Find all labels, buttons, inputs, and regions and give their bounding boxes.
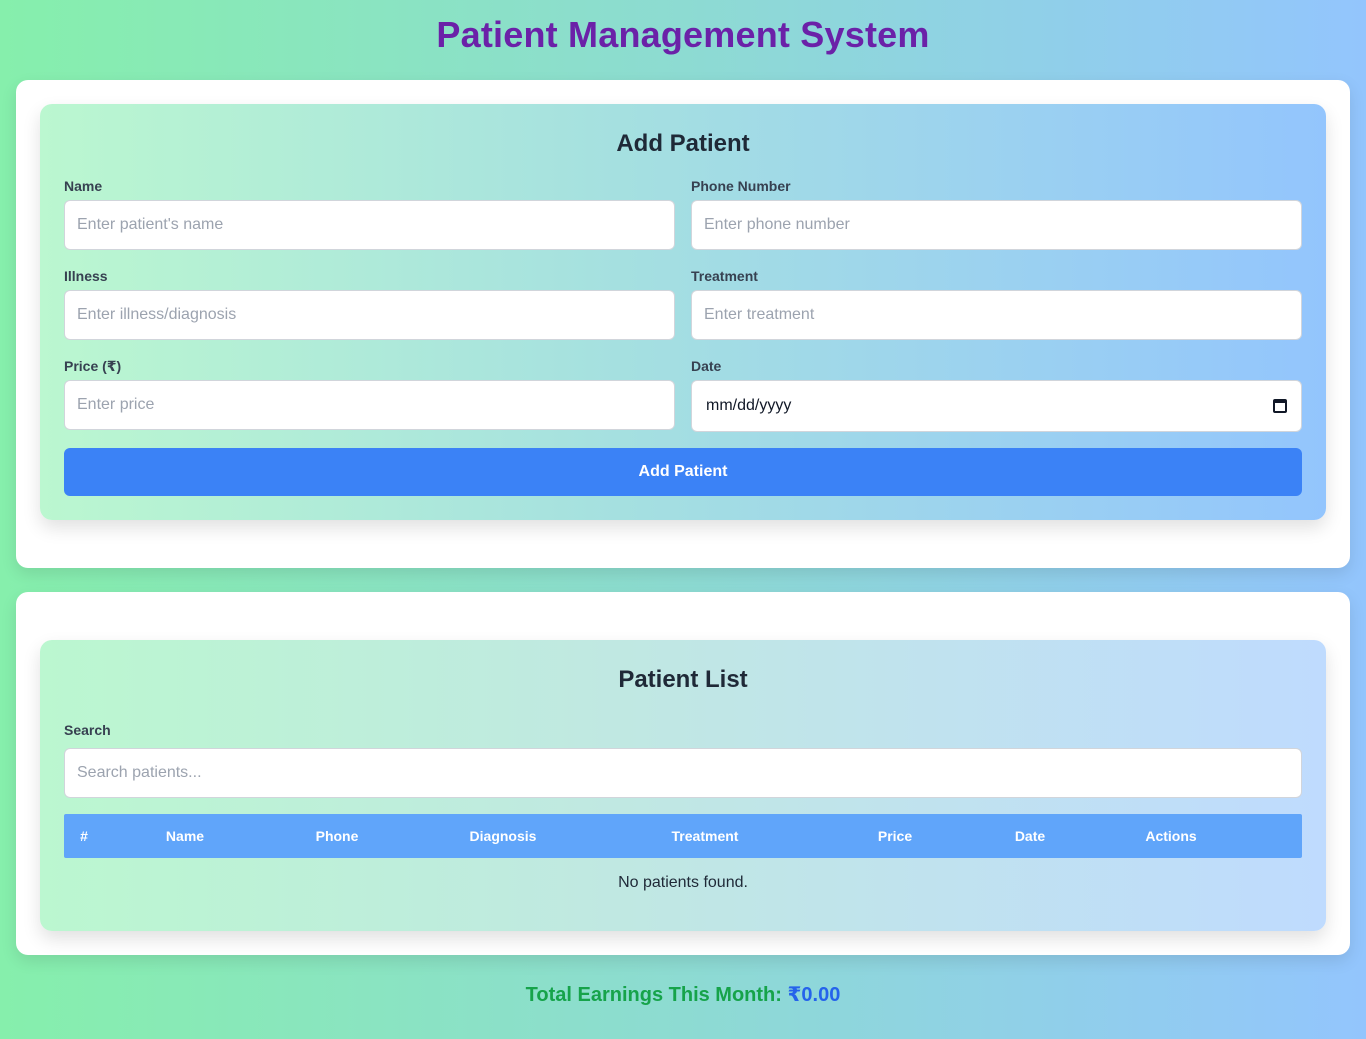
patient-list-panel: Patient List Search # Name Phone Diagnos… (40, 640, 1326, 931)
column-header-phone: Phone (315, 828, 359, 844)
date-value: mm/dd/yyyy (706, 397, 792, 414)
date-input[interactable]: mm/dd/yyyy (691, 380, 1302, 432)
table-header: # Name Phone Diagnosis Treatment Price D… (64, 814, 1302, 858)
column-header-number: # (80, 828, 88, 844)
treatment-input[interactable] (691, 290, 1302, 340)
earnings-value: ₹0.00 (787, 984, 841, 1006)
column-header-actions: Actions (1145, 828, 1197, 844)
phone-label: Phone Number (691, 178, 791, 194)
illness-label: Illness (64, 268, 108, 284)
price-input[interactable] (64, 380, 675, 430)
monthly-earnings: Total Earnings This Month: ₹0.00 (0, 982, 1366, 1007)
date-label: Date (691, 358, 722, 374)
column-header-diagnosis: Diagnosis (469, 828, 537, 844)
search-label: Search (64, 722, 111, 738)
phone-input[interactable] (691, 200, 1302, 250)
search-input[interactable] (64, 748, 1302, 798)
page-title: Patient Management System (436, 14, 930, 55)
add-patient-panel: Add Patient Name Phone Number Illness Tr… (40, 104, 1326, 520)
empty-table-message: No patients found. (618, 874, 748, 891)
column-header-name: Name (165, 828, 205, 844)
earnings-label: Total Earnings This Month: (525, 984, 782, 1006)
column-header-treatment: Treatment (671, 828, 739, 844)
add-patient-heading: Add Patient (616, 130, 750, 157)
column-header-date: Date (1014, 828, 1046, 844)
add-patient-button[interactable]: Add Patient (64, 448, 1302, 496)
name-input[interactable] (64, 200, 675, 250)
patient-list-card: Patient List Search # Name Phone Diagnos… (16, 592, 1350, 955)
add-patient-card: Add Patient Name Phone Number Illness Tr… (16, 80, 1350, 568)
patient-list-heading: Patient List (618, 666, 748, 693)
calendar-icon[interactable] (1273, 399, 1287, 413)
name-label: Name (64, 178, 103, 194)
illness-input[interactable] (64, 290, 675, 340)
column-header-price: Price (877, 828, 913, 844)
treatment-label: Treatment (691, 268, 758, 284)
price-label: Price (₹) (64, 358, 122, 374)
